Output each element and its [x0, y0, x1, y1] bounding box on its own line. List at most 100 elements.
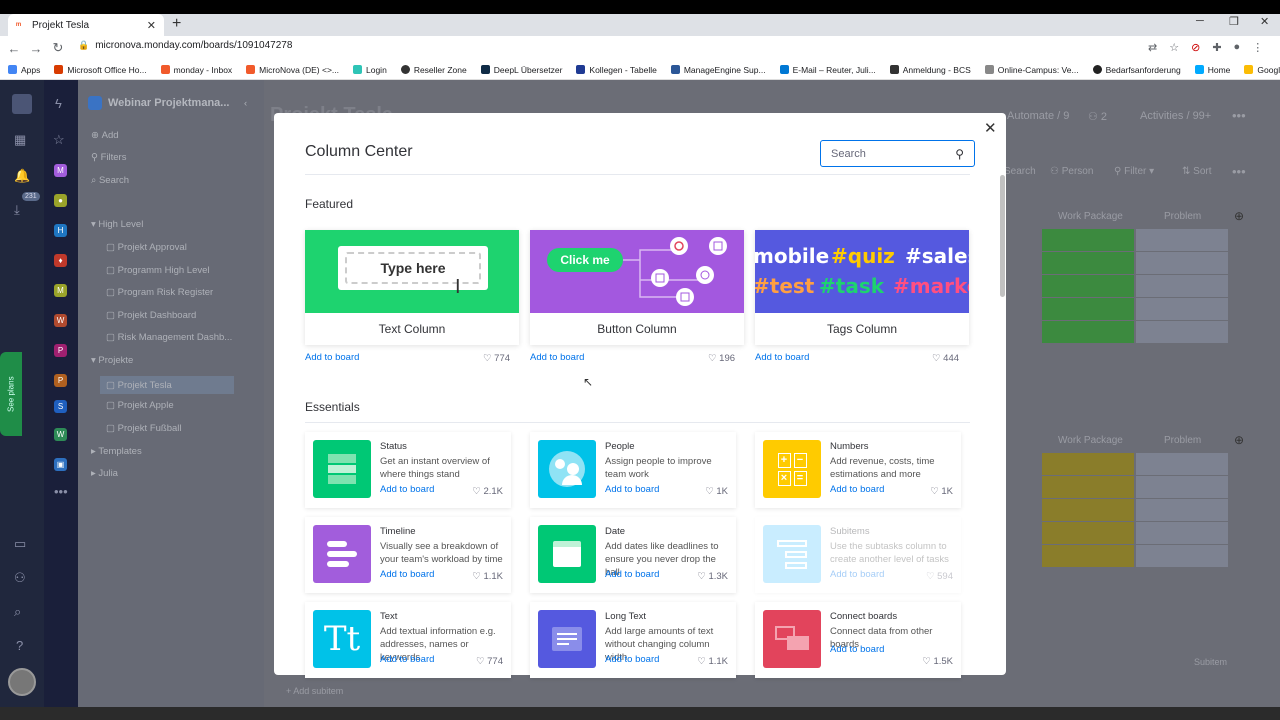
- window-close-icon[interactable]: ✕: [1260, 15, 1269, 28]
- folder-high-level[interactable]: ▾ High Level: [91, 219, 143, 230]
- status-cell[interactable]: [1042, 453, 1134, 475]
- folder-julia[interactable]: ▸ Julia: [91, 468, 118, 479]
- likes-count[interactable]: ♡ 1.5K: [922, 656, 953, 667]
- search-nav-icon[interactable]: ⌕: [14, 604, 21, 620]
- bookmark-bedarf[interactable]: Bedarfsanforderung: [1092, 65, 1181, 75]
- likes-count[interactable]: ♡ 444: [932, 353, 959, 364]
- status-cell[interactable]: [1042, 298, 1134, 320]
- minimize-icon[interactable]: ─: [1196, 15, 1204, 27]
- problem-cell[interactable]: [1136, 499, 1228, 521]
- puzzle-icon[interactable]: ✚: [1212, 41, 1221, 54]
- board-item[interactable]: ▢ Projekt Approval: [106, 242, 187, 253]
- maximize-icon[interactable]: ❐: [1229, 15, 1239, 28]
- folder-templates[interactable]: ▸ Templates: [91, 446, 142, 457]
- workspace-icon[interactable]: ●: [54, 194, 67, 207]
- toolbar-filter[interactable]: ⚲ Filter ▾: [1114, 166, 1154, 177]
- bookmark-email[interactable]: E-Mail – Reuter, Juli...: [779, 65, 876, 75]
- board-item[interactable]: ▢ Program Risk Register: [106, 287, 213, 298]
- scrollbar[interactable]: [1000, 175, 1005, 297]
- invite-icon[interactable]: ⚇: [14, 570, 26, 586]
- workspace-icon[interactable]: M: [54, 284, 67, 297]
- automate-button[interactable]: Automate / 9: [1007, 110, 1069, 122]
- board-item-active[interactable]: ▢ Projekt Tesla: [100, 376, 234, 394]
- bell-icon[interactable]: 🔔: [14, 168, 30, 184]
- add-to-board-link[interactable]: Add to board: [830, 644, 884, 655]
- add-subitem-link[interactable]: + Add subitem: [286, 686, 343, 696]
- column-card-long-text[interactable]: Long Text Add large amounts of text with…: [530, 602, 736, 678]
- toolbar-person[interactable]: ⚇ Person: [1050, 166, 1093, 177]
- collapse-panel-icon[interactable]: ‹: [244, 98, 247, 109]
- bookmark-office[interactable]: Microsoft Office Ho...: [54, 65, 147, 75]
- workspace-icon[interactable]: W: [54, 314, 67, 327]
- back-icon[interactable]: ←: [3, 41, 25, 56]
- featured-card-tags-column[interactable]: mobile #quiz #sales #test #task #marke T…: [755, 230, 969, 345]
- activities-button[interactable]: Activities / 99+: [1140, 110, 1211, 122]
- likes-count[interactable]: ♡ 774: [476, 656, 503, 667]
- status-cell[interactable]: [1042, 275, 1134, 297]
- status-cell[interactable]: [1042, 229, 1134, 251]
- status-cell[interactable]: [1042, 476, 1134, 498]
- menu-search[interactable]: ⌕ Search: [91, 175, 129, 186]
- toolbar-sort[interactable]: ⇅ Sort: [1182, 166, 1212, 177]
- menu-kebab-icon[interactable]: ⋮: [1252, 41, 1263, 54]
- workspace-icon[interactable]: W: [54, 428, 67, 441]
- workspace-icon[interactable]: P: [54, 344, 67, 357]
- user-avatar[interactable]: [8, 668, 36, 696]
- likes-count[interactable]: ♡ 1.1K: [472, 571, 503, 582]
- menu-filters[interactable]: ⚲ Filters: [91, 152, 126, 163]
- bookmark-deepl[interactable]: DeepL Übersetzer: [480, 65, 562, 75]
- status-cell[interactable]: [1042, 499, 1134, 521]
- bookmark-manageengine[interactable]: ManageEngine Sup...: [670, 65, 766, 75]
- add-to-board-link[interactable]: Add to board: [380, 654, 434, 665]
- add-to-board-link[interactable]: Add to board: [605, 484, 659, 495]
- problem-cell[interactable]: [1136, 476, 1228, 498]
- bookmark-star-icon[interactable]: ☆: [1169, 41, 1179, 54]
- forward-icon[interactable]: →: [25, 41, 47, 56]
- add-column-icon[interactable]: ⊕: [1234, 433, 1244, 447]
- new-tab-icon[interactable]: +: [172, 16, 181, 32]
- inbox-icon[interactable]: ⤓: [14, 202, 20, 218]
- bookmark-login[interactable]: Login: [353, 65, 387, 75]
- add-to-board-link[interactable]: Add to board: [380, 484, 434, 495]
- likes-count[interactable]: ♡ 196: [708, 353, 735, 364]
- problem-cell[interactable]: [1136, 298, 1228, 320]
- column-card-numbers[interactable]: + − × = Numbers Add revenue, costs, time es…: [755, 432, 961, 508]
- status-cell[interactable]: [1042, 252, 1134, 274]
- profile-avatar[interactable]: ●: [1234, 41, 1241, 54]
- toolbar-search[interactable]: Search: [1004, 166, 1036, 177]
- status-cell[interactable]: [1042, 545, 1134, 567]
- board-item[interactable]: ▢ Programm High Level: [106, 265, 210, 276]
- board-item[interactable]: ▢ Projekt Fußball: [106, 423, 182, 434]
- column-card-timeline[interactable]: Timeline Visually see a breakdown of you…: [305, 517, 511, 593]
- more-workspaces-icon[interactable]: •••: [54, 484, 68, 499]
- problem-cell[interactable]: [1136, 522, 1228, 544]
- status-cell[interactable]: [1042, 321, 1134, 343]
- search-input[interactable]: Search ⚲: [820, 140, 975, 167]
- add-to-board-link[interactable]: Add to board: [605, 569, 659, 580]
- board-item[interactable]: ▢ Projekt Dashboard: [106, 310, 196, 321]
- add-to-board-link[interactable]: Add to board: [380, 569, 434, 580]
- add-to-board-link[interactable]: Add to board: [830, 569, 884, 580]
- bookmark-bcs[interactable]: Anmeldung - BCS: [889, 65, 971, 75]
- translate-icon[interactable]: ⇄: [1148, 41, 1157, 54]
- column-card-status[interactable]: Status Get an instant overview of where …: [305, 432, 511, 508]
- workspace-icon[interactable]: S: [54, 400, 67, 413]
- problem-cell[interactable]: [1136, 453, 1228, 475]
- see-plans-button[interactable]: See plans: [0, 352, 22, 436]
- tab-close-icon[interactable]: ✕: [147, 19, 156, 32]
- add-to-board-link[interactable]: Add to board: [530, 352, 584, 363]
- column-card-subitems[interactable]: Subitems Use the subtasks column to crea…: [755, 517, 961, 593]
- problem-cell[interactable]: [1136, 275, 1228, 297]
- likes-count[interactable]: ♡ 2.1K: [472, 486, 503, 497]
- workspace-name[interactable]: Webinar Projektmana...: [108, 97, 229, 109]
- problem-cell[interactable]: [1136, 252, 1228, 274]
- bookmark-micronova[interactable]: MicroNova (DE) <>...: [246, 65, 339, 75]
- calendar-nav-icon[interactable]: ▭: [14, 536, 26, 552]
- bookmark-google-ads[interactable]: Google Ads: [1244, 65, 1280, 75]
- workspace-icon[interactable]: M: [54, 164, 67, 177]
- browser-tab[interactable]: ᵐ Projekt Tesla ✕: [8, 14, 164, 36]
- likes-count[interactable]: ♡ 1.3K: [697, 571, 728, 582]
- workspace-icon[interactable]: ♦: [54, 254, 67, 267]
- add-to-board-link[interactable]: Add to board: [605, 654, 659, 665]
- bookmark-home[interactable]: Home: [1194, 65, 1230, 75]
